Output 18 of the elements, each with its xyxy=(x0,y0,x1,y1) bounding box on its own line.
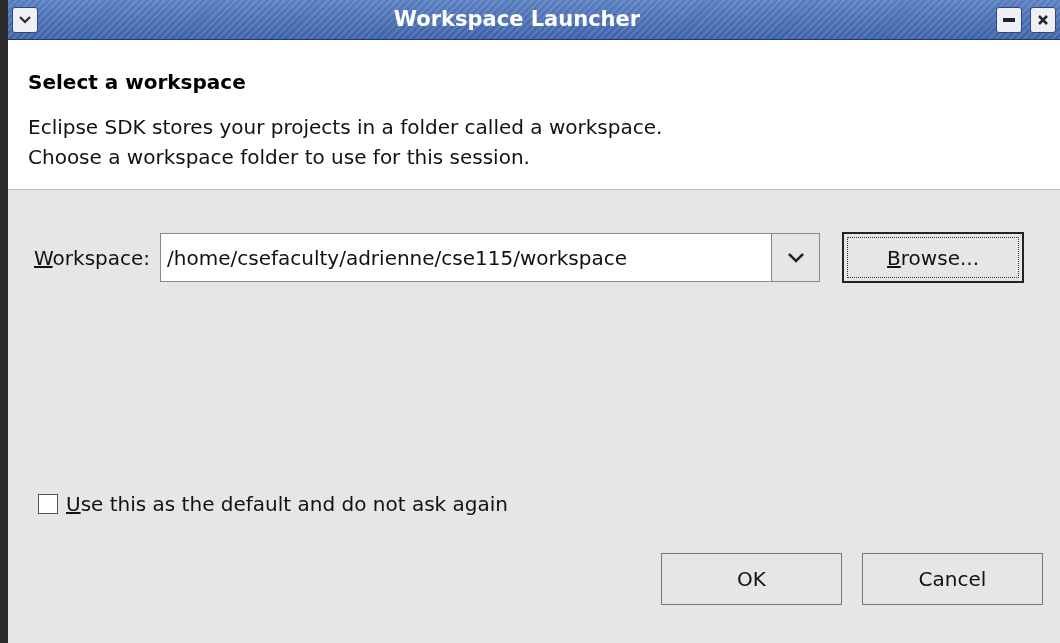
minimize-icon xyxy=(1003,17,1015,22)
minimize-button[interactable] xyxy=(996,6,1022,33)
checkbox-label: Use this as the default and do not ask again xyxy=(66,491,508,518)
close-icon xyxy=(1037,13,1049,26)
browse-button[interactable]: Browse... xyxy=(842,232,1025,283)
close-button[interactable] xyxy=(1030,6,1056,33)
dialog-button[interactable]: Cancel xyxy=(862,553,1043,605)
dropdown-button[interactable] xyxy=(771,234,820,281)
description-text: Eclipse SDK stores your projects in a folder called a workspace. xyxy=(28,114,664,141)
workspace-label: Workspace: xyxy=(34,244,151,272)
description-text: Choose a workspace folder to use for this session. xyxy=(28,144,531,171)
caret-icon xyxy=(19,15,31,24)
dialog-button[interactable]: OK xyxy=(661,553,842,605)
header-title: Select a workspace xyxy=(28,69,247,96)
default-checkbox[interactable] xyxy=(38,494,58,514)
caret-icon xyxy=(787,252,804,263)
window-menu-button[interactable] xyxy=(12,6,38,33)
window-title: Workspace Launcher xyxy=(393,5,641,33)
